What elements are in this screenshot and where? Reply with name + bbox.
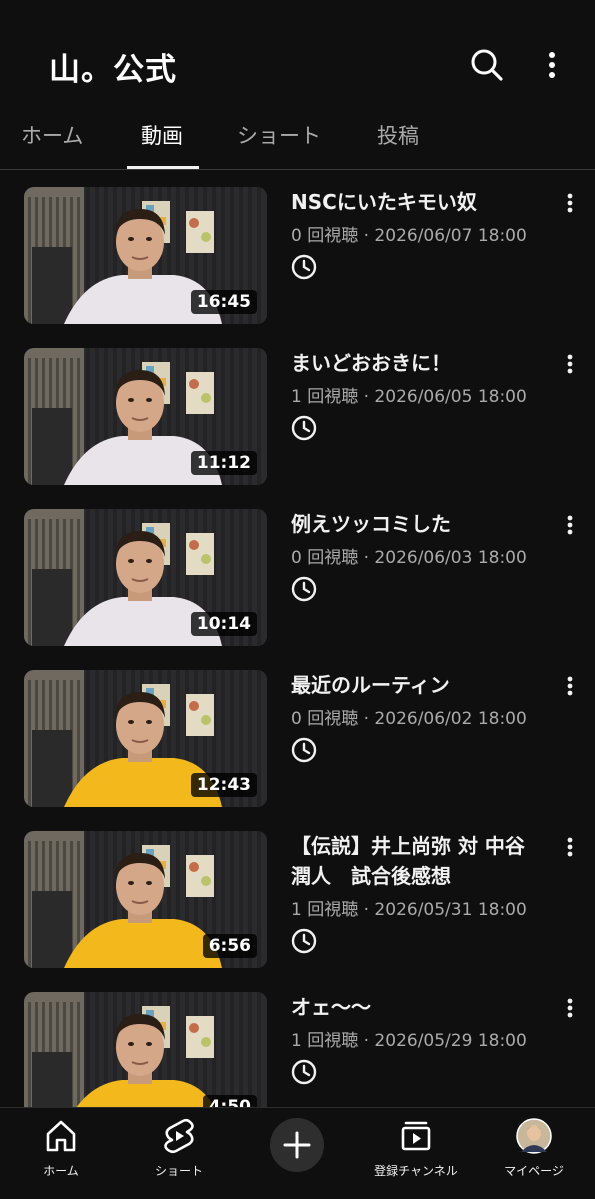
- nav-shorts[interactable]: ショート: [150, 1118, 208, 1179]
- nav-subscriptions[interactable]: 登録チャンネル: [366, 1118, 466, 1179]
- channel-header: 山。公式: [0, 0, 595, 118]
- home-icon: [46, 1120, 76, 1152]
- video-title[interactable]: 【伝説】井上尚弥 対 中谷潤人 試合後感想: [291, 831, 541, 891]
- watch-later-button[interactable]: [291, 1059, 317, 1085]
- video-thumbnail[interactable]: 10:14: [24, 509, 267, 646]
- video-thumbnail[interactable]: 12:43: [24, 670, 267, 807]
- nav-home[interactable]: ホーム: [38, 1118, 84, 1179]
- video-more-button[interactable]: [560, 352, 580, 376]
- more-vert-icon: [567, 676, 573, 696]
- shorts-icon: [164, 1118, 194, 1154]
- video-more-button[interactable]: [560, 996, 580, 1020]
- tab-posts[interactable]: 投稿: [377, 120, 419, 168]
- video-meta: 0 回視聴 · 2026/06/02 18:00: [291, 709, 527, 729]
- video-meta: 1 回視聴 · 2026/06/05 18:00: [291, 387, 527, 407]
- watch-later-button[interactable]: [291, 254, 317, 280]
- clock-icon: [291, 254, 317, 280]
- watch-later-button[interactable]: [291, 928, 317, 954]
- video-item[interactable]: 16:45 NSCにいたキモい奴 0 回視聴 · 2026/06/07 18:0…: [0, 187, 595, 325]
- video-meta: 0 回視聴 · 2026/06/07 18:00: [291, 226, 527, 246]
- more-options-button[interactable]: [540, 46, 564, 84]
- channel-tabs: ホーム 動画 ショート 投稿: [0, 112, 595, 170]
- create-button[interactable]: [270, 1118, 324, 1172]
- video-duration: 6:56: [202, 934, 257, 958]
- more-vert-icon: [567, 837, 573, 857]
- video-item[interactable]: 10:14 例えツッコミした 0 回視聴 · 2026/06/03 18:00: [0, 509, 595, 647]
- video-more-button[interactable]: [560, 191, 580, 215]
- video-title[interactable]: NSCにいたキモい奴: [291, 187, 541, 217]
- bottom-navigation: ホーム ショート 登録チャンネル マイページ: [0, 1107, 595, 1199]
- watch-later-button[interactable]: [291, 415, 317, 441]
- search-button[interactable]: [468, 46, 506, 84]
- search-icon: [471, 49, 503, 81]
- more-vert-icon: [567, 193, 573, 213]
- more-vert-icon: [549, 52, 555, 78]
- subscriptions-icon: [401, 1121, 431, 1151]
- nav-subscriptions-label: 登録チャンネル: [374, 1164, 458, 1178]
- watch-later-button[interactable]: [291, 737, 317, 763]
- clock-icon: [291, 415, 317, 441]
- clock-icon: [291, 737, 317, 763]
- more-vert-icon: [567, 354, 573, 374]
- active-tab-indicator: [127, 166, 199, 169]
- nav-shorts-label: ショート: [154, 1164, 203, 1178]
- nav-you[interactable]: マイページ: [497, 1118, 571, 1179]
- video-duration: 12:43: [190, 773, 257, 797]
- video-duration: 11:12: [190, 451, 257, 475]
- video-title[interactable]: まいどおおきに！: [291, 348, 541, 378]
- video-meta: 0 回視聴 · 2026/06/03 18:00: [291, 548, 527, 568]
- video-duration: 16:45: [190, 290, 257, 314]
- video-title[interactable]: オェ〜〜: [291, 992, 541, 1022]
- tab-home[interactable]: ホーム: [21, 120, 83, 168]
- more-vert-icon: [567, 515, 573, 535]
- avatar: [516, 1118, 552, 1154]
- video-item[interactable]: 6:56 【伝説】井上尚弥 対 中谷潤人 試合後感想 1 回視聴 · 2026/…: [0, 831, 595, 969]
- more-vert-icon: [567, 998, 573, 1018]
- clock-icon: [291, 576, 317, 602]
- tab-shorts[interactable]: ショート: [237, 120, 321, 168]
- clock-icon: [291, 1059, 317, 1085]
- video-more-button[interactable]: [560, 835, 580, 859]
- nav-home-label: ホーム: [43, 1164, 79, 1178]
- watch-later-button[interactable]: [291, 576, 317, 602]
- video-title[interactable]: 例えツッコミした: [291, 509, 541, 539]
- video-thumbnail[interactable]: 6:56: [24, 831, 267, 968]
- tab-videos[interactable]: 動画: [141, 120, 183, 168]
- plus-icon: [283, 1131, 311, 1159]
- video-duration: 10:14: [190, 612, 257, 636]
- video-item[interactable]: 11:12 まいどおおきに！ 1 回視聴 · 2026/06/05 18:00: [0, 348, 595, 486]
- nav-you-label: マイページ: [504, 1164, 564, 1178]
- channel-title: 山。公式: [49, 52, 177, 88]
- video-thumbnail[interactable]: 11:12: [24, 348, 267, 485]
- clock-icon: [291, 928, 317, 954]
- video-title[interactable]: 最近のルーティン: [291, 670, 541, 700]
- video-item[interactable]: 12:43 最近のルーティン 0 回視聴 · 2026/06/02 18:00: [0, 670, 595, 808]
- video-more-button[interactable]: [560, 674, 580, 698]
- video-meta: 1 回視聴 · 2026/05/29 18:00: [291, 1031, 527, 1051]
- video-thumbnail[interactable]: 16:45: [24, 187, 267, 324]
- video-more-button[interactable]: [560, 513, 580, 537]
- video-meta: 1 回視聴 · 2026/05/31 18:00: [291, 900, 527, 920]
